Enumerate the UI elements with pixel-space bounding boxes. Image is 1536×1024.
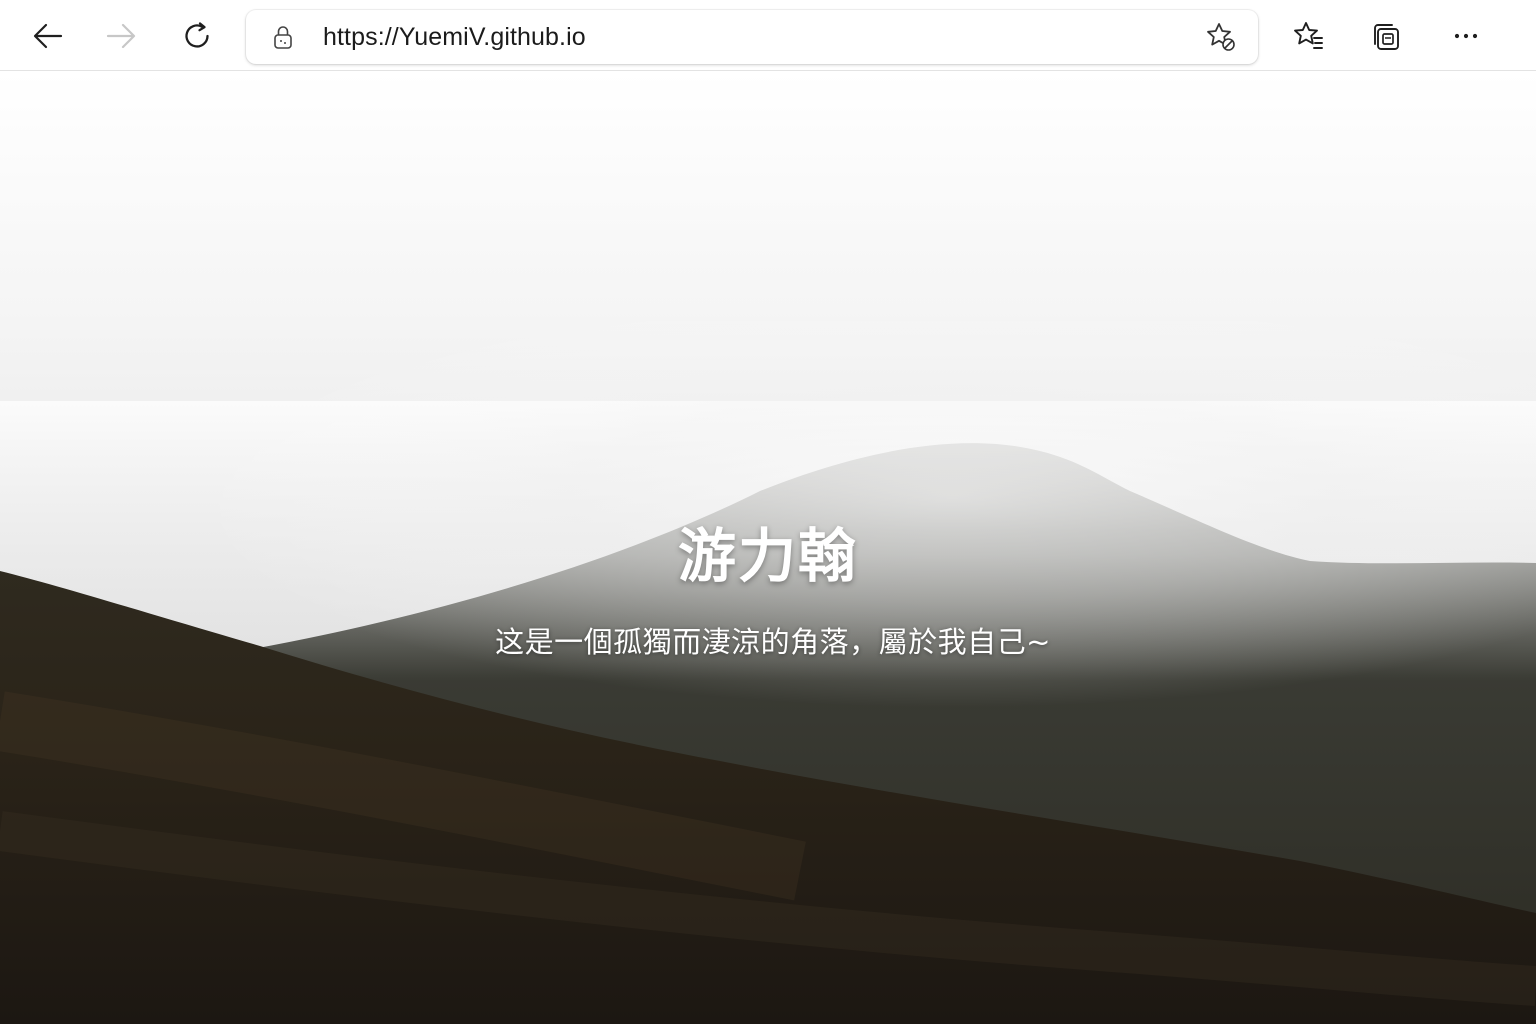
url-text[interactable]: https://YuemiV.github.io xyxy=(323,22,586,52)
refresh-button[interactable] xyxy=(175,14,219,58)
address-bar[interactable]: https://YuemiV.github.io xyxy=(246,10,1258,64)
browser-toolbar: https://YuemiV.github.io xyxy=(0,0,1536,71)
collections-button[interactable] xyxy=(1365,14,1409,58)
favorites-list-icon xyxy=(1294,22,1323,49)
arrow-right-icon xyxy=(106,23,136,49)
collections-icon xyxy=(1374,24,1399,50)
star-add-icon[interactable] xyxy=(1204,20,1238,54)
more-button[interactable] xyxy=(1444,14,1488,58)
favorites-button[interactable] xyxy=(1286,14,1330,58)
lock-icon[interactable] xyxy=(270,24,296,50)
arrow-left-icon xyxy=(33,23,63,49)
ellipsis-icon xyxy=(1454,33,1478,39)
back-button[interactable] xyxy=(26,14,70,58)
site-subtitle: 这是一個孤獨而淒涼的角落，屬於我自己~ xyxy=(495,625,1051,659)
refresh-icon xyxy=(185,22,209,48)
site-title: 游力翰 xyxy=(677,522,858,590)
forward-button[interactable] xyxy=(99,14,143,58)
page-viewport: 游力翰 这是一個孤獨而淒涼的角落，屬於我自己~ xyxy=(0,71,1536,1024)
